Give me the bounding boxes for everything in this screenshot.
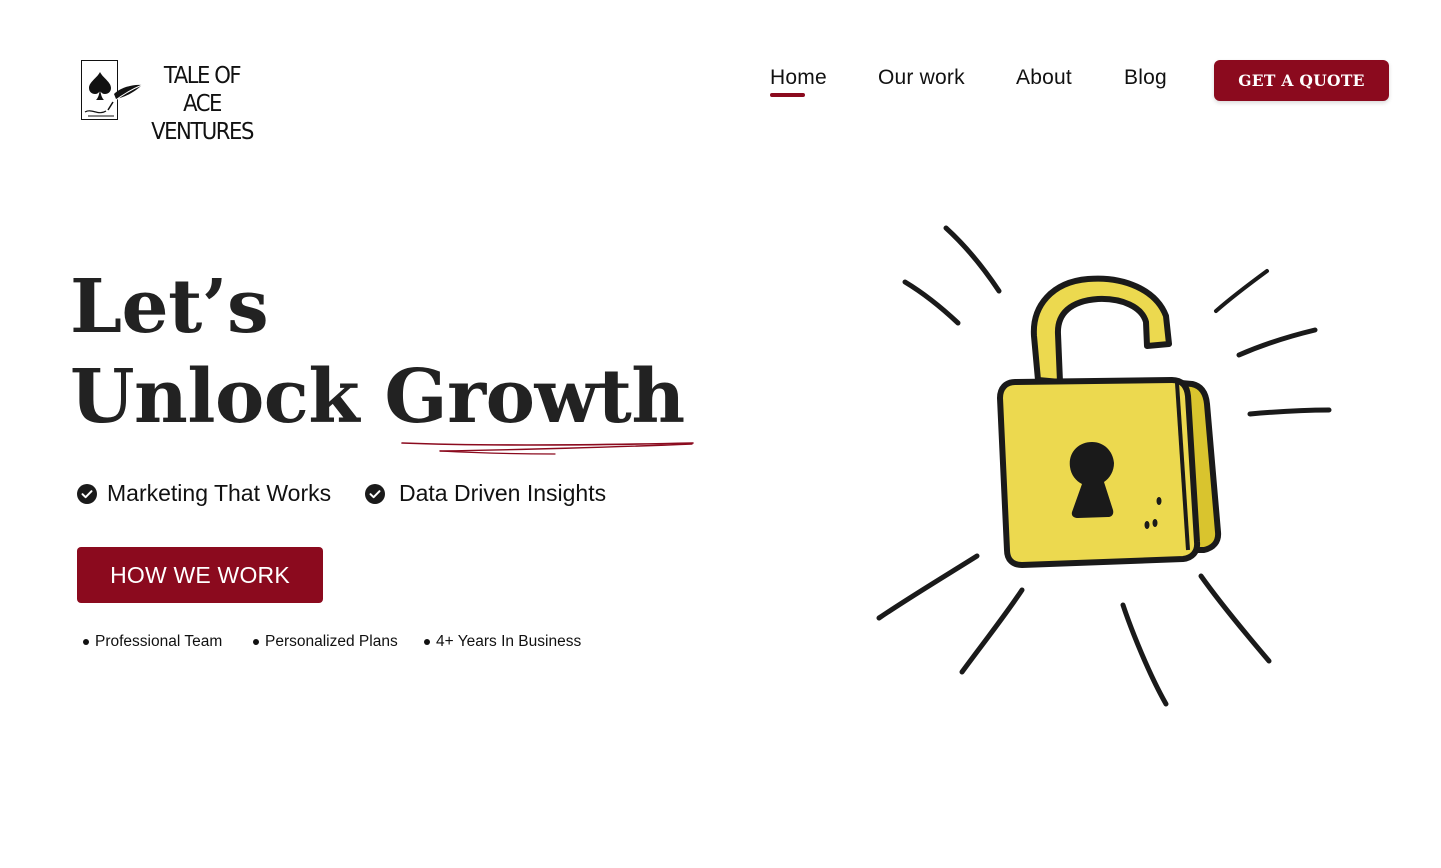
brand-name: TALE OF ACE VENTURES (147, 62, 257, 146)
feature-item: Marketing That Works (77, 480, 331, 507)
brand-name-line1: TALE OF ACE (163, 63, 242, 117)
hero-title: Let’s Unlock Growth (70, 262, 685, 442)
highlight-label: Professional Team (95, 633, 223, 650)
feature-label: Data Driven Insights (399, 480, 607, 506)
hero-title-line2: Unlock Growth (70, 354, 685, 440)
spade-quill-icon (84, 72, 143, 117)
highlight-label: Personalized Plans (265, 633, 398, 650)
check-circle-icon (365, 483, 385, 504)
brand-logo[interactable]: TALE OF ACE VENTURES (80, 58, 262, 145)
highlight-item: 4+ Years In Business (424, 633, 581, 651)
feature-label: Marketing That Works (107, 480, 332, 506)
title-underline-scribble (401, 442, 694, 455)
nav-our-work[interactable]: Our work (878, 66, 965, 90)
nav-blog[interactable]: Blog (1124, 66, 1167, 90)
check-circle-icon (77, 483, 97, 504)
get-a-quote-button[interactable]: GET A QUOTE (1214, 60, 1389, 101)
bullet-dot-icon (83, 639, 89, 645)
highlight-item: Personalized Plans (253, 633, 398, 651)
nav-home[interactable]: Home (770, 66, 827, 97)
brand-name-line2: VENTURES (151, 119, 254, 145)
how-we-work-button[interactable]: HOW WE WORK (77, 547, 323, 603)
nav-about[interactable]: About (1016, 66, 1072, 90)
bullet-dot-icon (253, 639, 259, 645)
highlight-item: Professional Team (83, 633, 222, 651)
highlight-label: 4+ Years In Business (436, 633, 582, 650)
unlocked-padlock-icon (876, 225, 1332, 707)
hero-title-line1: Let’s (70, 264, 269, 350)
bullet-dot-icon (424, 639, 430, 645)
feature-item: Data Driven Insights (365, 480, 606, 507)
